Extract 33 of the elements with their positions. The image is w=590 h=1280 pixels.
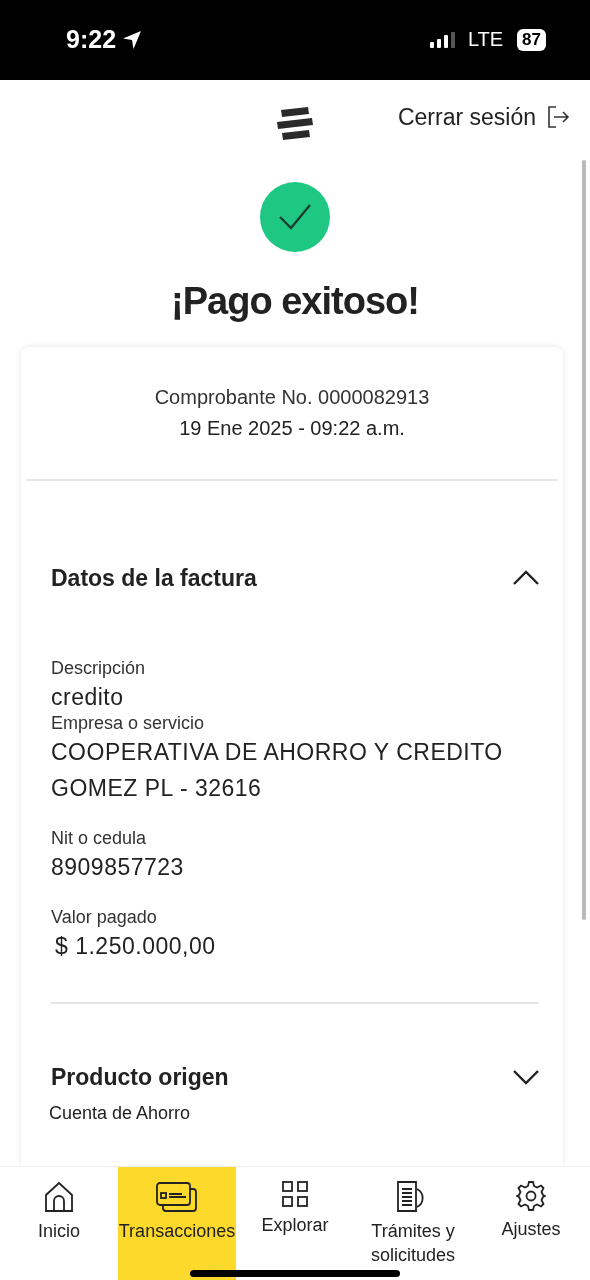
location-arrow-icon [122, 29, 143, 50]
logout-icon [546, 105, 570, 130]
field-value: 8909857723 [51, 852, 185, 882]
field-label: Descripción [51, 657, 147, 679]
nav-tab[interactable]: Inicio [0, 1167, 118, 1280]
section-header[interactable]: Datos de la factura [51, 480, 539, 658]
chevron-icon [513, 570, 539, 587]
signal-icon [429, 31, 456, 48]
field-label: Empresa o servicio [51, 712, 206, 734]
battery-level: 87 [517, 28, 546, 51]
field-label: Nit o cedula [51, 827, 148, 849]
page-title: ¡Pago exitoso! [171, 279, 419, 323]
network-label: LTE [467, 28, 504, 52]
section-header[interactable]: Producto origen [51, 1003, 539, 1103]
grid-icon [282, 1181, 308, 1208]
field-label: Valor pagado [51, 906, 158, 928]
field-value: $ 1.250.000,00 [54, 931, 217, 961]
nav-tab[interactable]: Explorar [236, 1167, 354, 1280]
logout-button[interactable]: Cerrar sesión [397, 103, 570, 131]
status-time: 9:22 [66, 25, 117, 55]
nav-tab[interactable]: Transacciones [118, 1167, 236, 1280]
receipt-date: 19 Ene 2025 - 09:22 a.m. [179, 416, 405, 440]
field-value: credito [51, 682, 125, 712]
nav-tab[interactable]: Trámites y solicitudes [354, 1167, 472, 1280]
chevron-icon [513, 1069, 539, 1086]
success-check-icon [260, 181, 330, 252]
settings-icon [516, 1181, 546, 1212]
nav-tab[interactable]: Ajustes [472, 1167, 590, 1280]
field-value: COOPERATIVA DE AHORRO Y CREDITO GOMEZ PL - 32616 [51, 737, 504, 803]
cards-icon [156, 1181, 198, 1214]
home-icon [44, 1181, 74, 1214]
section-summary: Cuenta de Ahorro [49, 1102, 192, 1124]
receipt-number: Comprobante No. 0000082913 [154, 385, 430, 409]
